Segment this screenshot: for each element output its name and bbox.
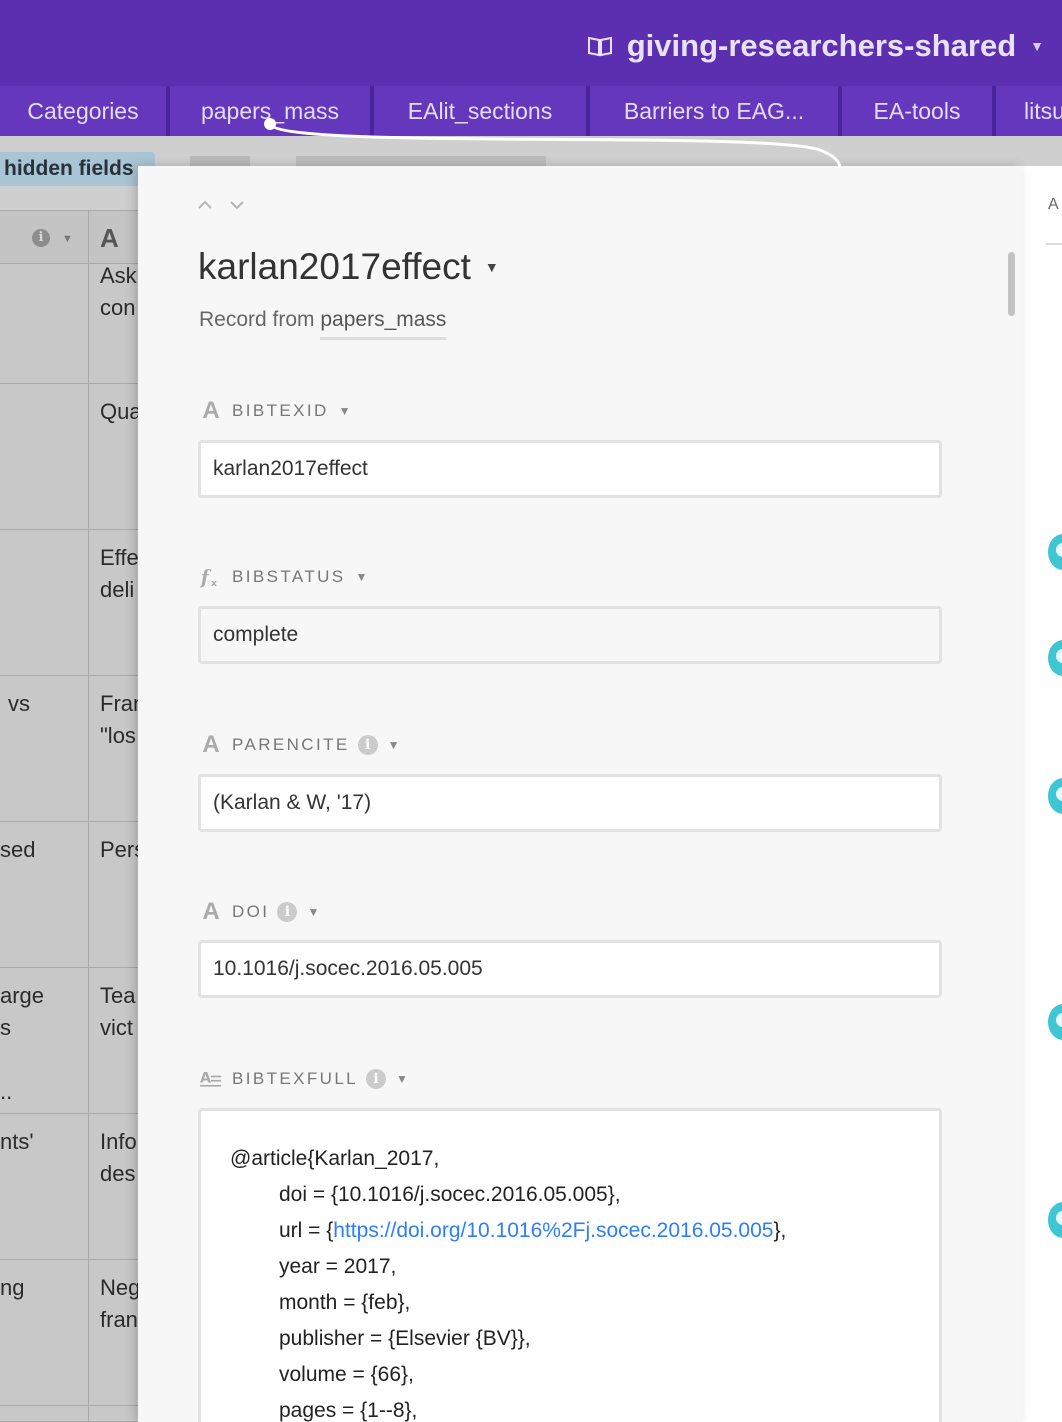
long-text-icon: A	[200, 1068, 222, 1090]
bibtexfull-textarea[interactable]: @article{Karlan_2017, doi = {10.1016/j.s…	[198, 1108, 942, 1422]
scrollbar[interactable]	[1008, 252, 1015, 316]
bibtexid-input[interactable]: karlan2017effect	[198, 440, 942, 498]
field-label-parencite[interactable]: A PARENCITE i ▼	[200, 731, 400, 758]
parencite-input[interactable]: (Karlan & W, '17)	[198, 774, 942, 832]
table-cell: Fran "los	[100, 691, 140, 748]
table-row[interactable]: ng Neg fran	[0, 1260, 140, 1406]
info-icon[interactable]: i	[357, 735, 378, 755]
chevron-down-icon[interactable]: ▼	[388, 738, 400, 752]
text-icon: A	[202, 898, 220, 925]
table-cell: nts'	[0, 1129, 34, 1154]
record-title[interactable]: karlan2017effect ▼	[198, 246, 499, 288]
table-cell: Effe deli	[100, 545, 139, 602]
chevron-down-icon[interactable]: ▼	[396, 1072, 408, 1086]
field-name: PARENCITE	[232, 735, 350, 754]
bib-line-url: url = {https://doi.org/10.1016%2Fj.socec…	[230, 1213, 939, 1249]
table-row[interactable]: vs Fran "los	[0, 676, 140, 822]
bib-url-prefix: url = {	[279, 1219, 334, 1242]
table-cell: sed	[0, 837, 36, 862]
table-cell: Info des	[100, 1129, 137, 1186]
bib-line: pages = {1--8},	[279, 1399, 418, 1422]
connector-path	[268, 122, 842, 169]
field-label-doi[interactable]: A DOI i ▼	[200, 898, 319, 925]
info-icon[interactable]: i	[277, 902, 298, 922]
svg-text:A: A	[200, 1070, 212, 1086]
record-subtitle: Record from papers_mass	[199, 308, 447, 340]
info-icon: i	[32, 229, 50, 247]
text-icon: A	[202, 397, 220, 424]
field-name: BIBTEXID	[232, 401, 329, 420]
table-row[interactable]: nts' Info des	[0, 1114, 140, 1260]
info-icon[interactable]: i	[366, 1069, 387, 1089]
bib-line: year = 2017,	[279, 1255, 397, 1278]
chevron-down-icon[interactable]: ▼	[356, 570, 368, 584]
bib-url-suffix: },	[773, 1219, 787, 1242]
bib-line: @article{Karlan_2017,	[230, 1147, 440, 1170]
tab-connector-line	[264, 118, 842, 169]
table-row[interactable]	[0, 1406, 140, 1422]
table-row[interactable]: arge s .. Tea vict	[0, 968, 140, 1114]
column-divider	[88, 210, 89, 1422]
text-icon: A	[202, 731, 220, 758]
table-row[interactable]: Ask con	[0, 264, 140, 384]
table-cell: Tea vict	[100, 983, 136, 1040]
table-row[interactable]: sed Pers	[0, 822, 140, 968]
record-title-text: karlan2017effect	[198, 246, 471, 287]
table-cell: ng	[0, 1275, 25, 1300]
bibstatus-value: complete	[198, 606, 942, 664]
table-row[interactable]: Qua	[0, 384, 140, 530]
bib-line: publisher = {Elsevier {BV}},	[279, 1327, 531, 1350]
field-label-bibtexfull[interactable]: A BIBTEXFULL i ▼	[200, 1068, 408, 1090]
grid-header: i ▼ A	[0, 210, 140, 264]
source-table-link[interactable]: papers_mass	[320, 308, 447, 340]
table-cell: vs	[8, 691, 30, 716]
field-name: BIBSTATUS	[232, 567, 346, 586]
bib-line: month = {feb},	[279, 1291, 411, 1314]
chevron-down-icon[interactable]: ▼	[62, 233, 73, 245]
formula-icon: fx	[200, 566, 222, 589]
subtitle-prefix: Record from	[199, 308, 315, 331]
bib-line: volume = {66},	[279, 1363, 414, 1386]
table-cell: Pers	[100, 837, 140, 862]
record-panel: karlan2017effect ▼ Record from papers_ma…	[138, 166, 1022, 1422]
doi-input[interactable]: 10.1016/j.socec.2016.05.005	[198, 940, 942, 998]
field-label-bibstatus[interactable]: fx BIBSTATUS ▼	[200, 566, 368, 589]
chevron-down-icon[interactable]: ▼	[307, 905, 319, 919]
chevron-down-icon[interactable]: ▼	[485, 259, 499, 275]
table-cell: Neg fran	[100, 1275, 140, 1332]
divider	[1046, 243, 1062, 245]
table-row[interactable]: Effe deli	[0, 530, 140, 676]
bib-line: doi = {10.1016/j.socec.2016.05.005},	[279, 1183, 621, 1206]
svg-text:x: x	[211, 578, 217, 589]
field-name: BIBTEXFULL	[232, 1069, 359, 1088]
table-cell: arge s ..	[0, 983, 45, 1104]
chevron-down-icon[interactable]: ▼	[339, 404, 351, 418]
table-cell: Ask con	[100, 264, 137, 320]
text-field-icon: A	[100, 223, 119, 253]
doi-link[interactable]: https://doi.org/10.1016%2Fj.socec.2016.0…	[333, 1219, 773, 1242]
table-cell: Qua	[100, 399, 140, 424]
field-name: DOI	[232, 902, 270, 921]
field-label-bibtexid[interactable]: A BIBTEXID ▼	[200, 397, 351, 424]
